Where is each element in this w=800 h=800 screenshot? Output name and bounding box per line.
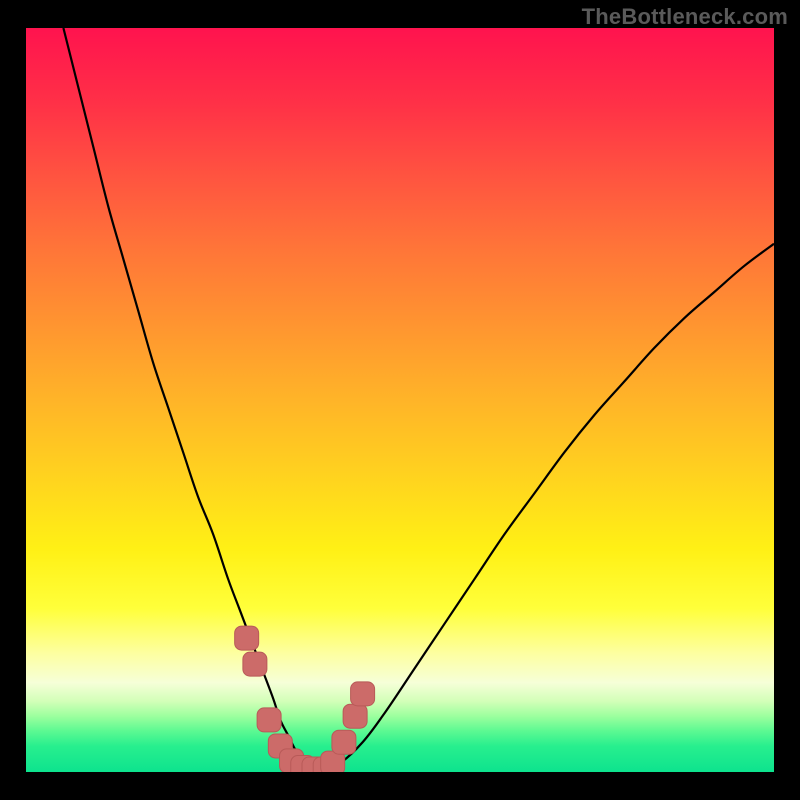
plot-area	[26, 28, 774, 772]
curve-marker	[332, 730, 356, 754]
curve-marker	[351, 682, 375, 706]
watermark-text: TheBottleneck.com	[582, 4, 788, 30]
bottleneck-chart	[26, 28, 774, 772]
curve-marker	[257, 708, 281, 732]
curve-marker	[235, 626, 259, 650]
chart-frame: TheBottleneck.com	[0, 0, 800, 800]
curve-marker	[343, 704, 367, 728]
curve-marker	[243, 652, 267, 676]
gradient-background	[26, 28, 774, 772]
